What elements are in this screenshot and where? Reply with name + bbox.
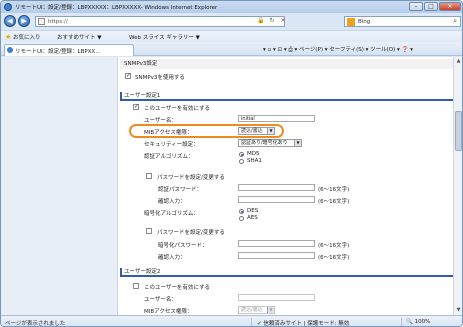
- user2-mib-value: 読込/書込: [241, 307, 263, 313]
- enc-confirm-input[interactable]: [238, 252, 315, 259]
- auth-md5-radio[interactable]: [239, 152, 244, 157]
- forward-button[interactable]: ▶: [18, 15, 30, 27]
- left-nav-pane: [1, 57, 118, 315]
- address-bar: ◀ ▶ https:// 🔒 ↻ ✕ Bing ⌕: [1, 13, 462, 30]
- url-tools: 🔒 ↻ ✕: [257, 16, 287, 25]
- close-button[interactable]: ✕: [439, 2, 461, 11]
- zoom-icon: 🔍: [406, 319, 413, 325]
- security-zone[interactable]: ✔ 信頼済みサイト | 保護モード: 無効: [257, 319, 350, 327]
- tab-bar: リモートUI：設定/登録：LBPXX... ▾ ▫ ▾ ⊡ ▾ ⎙ ▾ ページ(…: [1, 42, 462, 56]
- user2-username-label: ユーザー名：: [144, 297, 177, 303]
- maximize-button[interactable]: □: [424, 2, 438, 11]
- suggested-sites-link[interactable]: おすすめサイト ▼: [57, 33, 101, 41]
- user2-enable-checkbox[interactable]: [133, 283, 139, 289]
- enc-password-label: 暗号化パスワード：: [158, 243, 208, 249]
- status-divider: [251, 318, 252, 326]
- zoom-level: 100%: [414, 319, 431, 325]
- auth-password-set-label: パスワードを設定/変更する: [157, 175, 225, 181]
- enc-password-input[interactable]: [238, 240, 315, 247]
- security-zone-label: 信頼済みサイト | 保護モード: 無効: [263, 321, 350, 327]
- star-icon: ★: [5, 33, 12, 41]
- user1-section-header: ユーザー設定1: [120, 91, 453, 101]
- chevron-down-icon: ▼: [294, 140, 301, 146]
- user1-username-input[interactable]: initial: [238, 115, 315, 122]
- tab-page-icon: [7, 47, 13, 53]
- user1-auth-algo-label: 認証アルゴリズム：: [144, 154, 194, 160]
- chevron-down-icon: ▼: [267, 307, 274, 313]
- search-icon[interactable]: ⌕: [453, 17, 457, 26]
- favorites-button[interactable]: ★ お気に入り: [5, 33, 41, 41]
- enc-password-set-label: パスワードを設定/変更する: [157, 230, 225, 236]
- auth-md5-label: MD5: [247, 151, 260, 157]
- user2-mib-label: MIBアクセス権限：: [144, 309, 193, 315]
- auth-sha1-radio[interactable]: [239, 159, 244, 164]
- user1-enable-checkbox[interactable]: [133, 103, 139, 110]
- mib-access-highlight: [129, 124, 284, 138]
- auth-confirm-hint: (6〜16文字): [318, 199, 350, 205]
- auth-confirm-label: 確認入力：: [158, 199, 186, 205]
- user1-username-label: ユーザー名：: [144, 118, 177, 124]
- user2-enable-label: このユーザーを有効にする: [144, 285, 210, 291]
- bing-icon: [347, 18, 355, 26]
- enc-des-radio[interactable]: [239, 209, 244, 214]
- auth-password-hint: (6〜16文字): [318, 187, 350, 193]
- search-box[interactable]: Bing ⌕: [344, 16, 461, 27]
- enc-des-label: DES: [247, 208, 259, 214]
- stop-icon[interactable]: ✕: [279, 16, 287, 25]
- user1-security-select[interactable]: 認証あり/暗号化あり ▼: [238, 139, 302, 147]
- user1-enable-label: このユーザーを有効にする: [144, 106, 210, 112]
- user1-security-value: 認証あり/暗号化あり: [241, 140, 288, 146]
- back-button[interactable]: ◀: [4, 15, 16, 27]
- auth-password-input[interactable]: [238, 184, 315, 191]
- snmpv3-section-header: SNMPv3設定: [120, 59, 453, 69]
- user1-enc-algo-label: 暗号化アルゴリズム：: [144, 211, 199, 217]
- window-controls: – □ ✕: [409, 2, 461, 11]
- scroll-thumb[interactable]: [455, 111, 462, 151]
- ie-logo-icon: [4, 3, 12, 11]
- minimize-button[interactable]: –: [409, 2, 423, 11]
- favorites-label: お気に入り: [13, 35, 41, 41]
- tab-label: リモートUI：設定/登録：LBPXX...: [15, 49, 101, 55]
- auth-confirm-input[interactable]: [238, 196, 315, 203]
- browser-window: リモートUI：設定/登録：LBPXXXXX：LBPXXXXX- Windows …: [0, 0, 463, 327]
- status-text: ページが表示されました: [5, 321, 66, 327]
- enc-aes-label: AES: [247, 215, 258, 221]
- auth-password-label: 認証パスワード：: [158, 187, 203, 193]
- lock-icon[interactable]: 🔒: [257, 16, 265, 25]
- web-slice-gallery-link[interactable]: Web スライス ギャラリー ▼: [129, 33, 200, 41]
- zoom-control[interactable]: 🔍 100%: [406, 319, 430, 325]
- favorites-bar: ★ お気に入り おすすめサイト ▼ Web スライス ギャラリー ▼: [1, 30, 462, 42]
- user1-security-label: セキュリティー設定：: [144, 142, 199, 148]
- enc-password-hint: (6〜16文字): [318, 243, 350, 249]
- command-bar[interactable]: ▾ ▫ ▾ ⊡ ▾ ⎙ ▾ ページ(P) ▾ セーフティ(S) ▾ ツール(O)…: [263, 45, 413, 54]
- refresh-icon[interactable]: ↻: [268, 16, 276, 25]
- url-input[interactable]: https://: [35, 16, 285, 27]
- enc-confirm-hint: (6〜16文字): [318, 255, 350, 261]
- user2-mib-select[interactable]: 読込/書込 ▼: [238, 306, 275, 314]
- check-icon: ✔: [257, 321, 262, 327]
- window-title: リモートUI：設定/登録：LBPXXXXX：LBPXXXXX- Windows …: [15, 5, 218, 11]
- user2-username-input[interactable]: [238, 294, 315, 301]
- status-bar: ページが表示されました ✔ 信頼済みサイト | 保護モード: 無効 🔍 100%: [1, 315, 462, 327]
- auth-password-set-checkbox[interactable]: [146, 173, 152, 179]
- vertical-scrollbar[interactable]: ▲ ▼: [453, 57, 462, 315]
- url-text: https://: [48, 19, 68, 25]
- auth-sha1-label: SHA1: [247, 158, 262, 164]
- title-bar: リモートUI：設定/登録：LBPXXXXX：LBPXXXXX- Windows …: [1, 1, 462, 13]
- user2-section-header: ユーザー設定2: [120, 267, 453, 277]
- page-icon: [38, 18, 45, 25]
- search-engine-label: Bing: [358, 19, 371, 25]
- scroll-down-icon[interactable]: ▼: [455, 307, 462, 314]
- snmpv3-enable-label: SNMPv3を使用する: [135, 75, 185, 81]
- status-divider: [401, 318, 402, 326]
- enc-password-set-checkbox[interactable]: [146, 228, 152, 234]
- scroll-up-icon[interactable]: ▲: [455, 58, 462, 65]
- enc-aes-radio[interactable]: [239, 216, 244, 221]
- snmpv3-enable-checkbox[interactable]: [125, 72, 131, 79]
- tab-remote-ui[interactable]: リモートUI：設定/登録：LBPXX...: [4, 44, 134, 56]
- enc-confirm-label: 確認入力：: [158, 255, 186, 261]
